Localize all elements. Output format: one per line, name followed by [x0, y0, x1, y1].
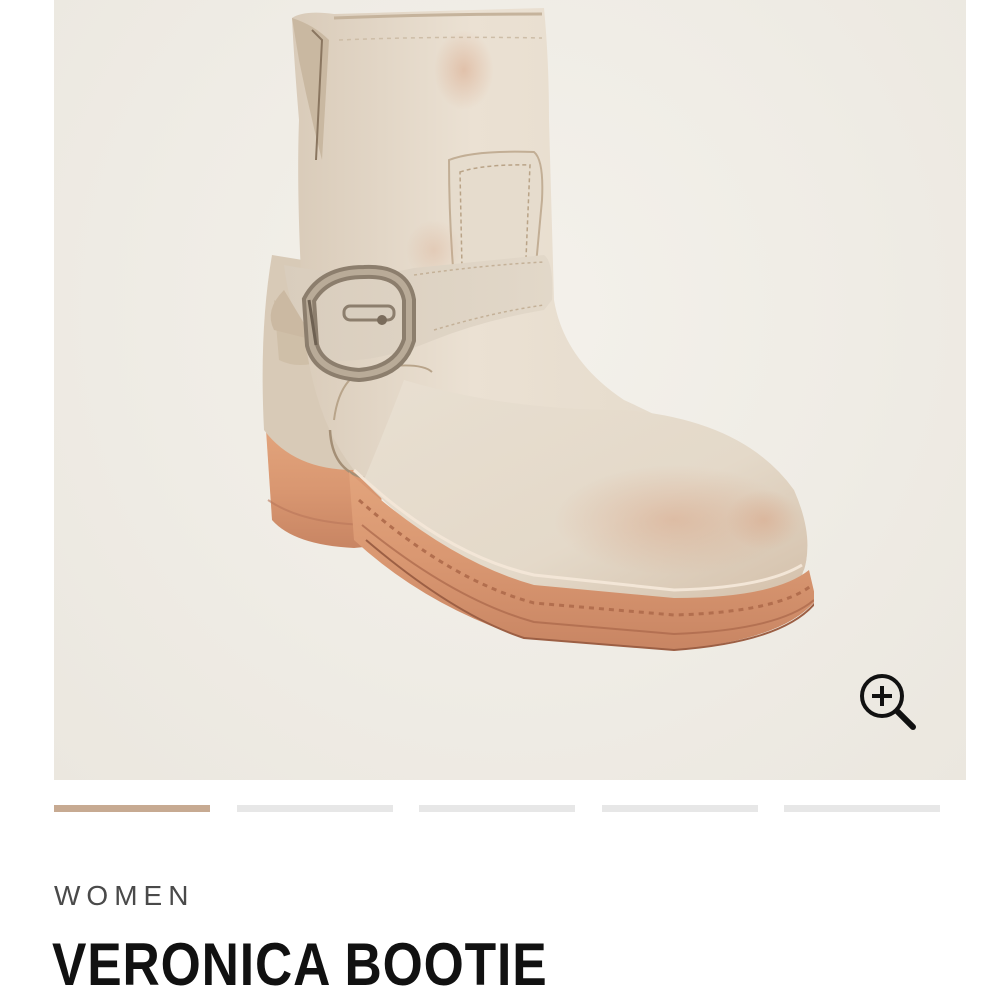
product-page: WOMEN VERONICA BOOTIE: [0, 0, 1000, 1000]
zoom-button[interactable]: [850, 664, 926, 740]
zoom-in-icon: [860, 674, 916, 730]
boot-image[interactable]: [204, 0, 814, 700]
pager-indicator-4[interactable]: [601, 805, 758, 812]
pager-indicator-5[interactable]: [784, 805, 940, 812]
product-title: VERONICA BOOTIE: [52, 931, 548, 998]
pager-indicator-2[interactable]: [236, 805, 393, 812]
image-pager: [54, 805, 940, 815]
product-image-gallery[interactable]: [54, 0, 966, 780]
pager-indicator-3[interactable]: [419, 805, 575, 812]
product-category[interactable]: WOMEN: [54, 880, 194, 912]
pager-indicator-1[interactable]: [54, 805, 210, 812]
